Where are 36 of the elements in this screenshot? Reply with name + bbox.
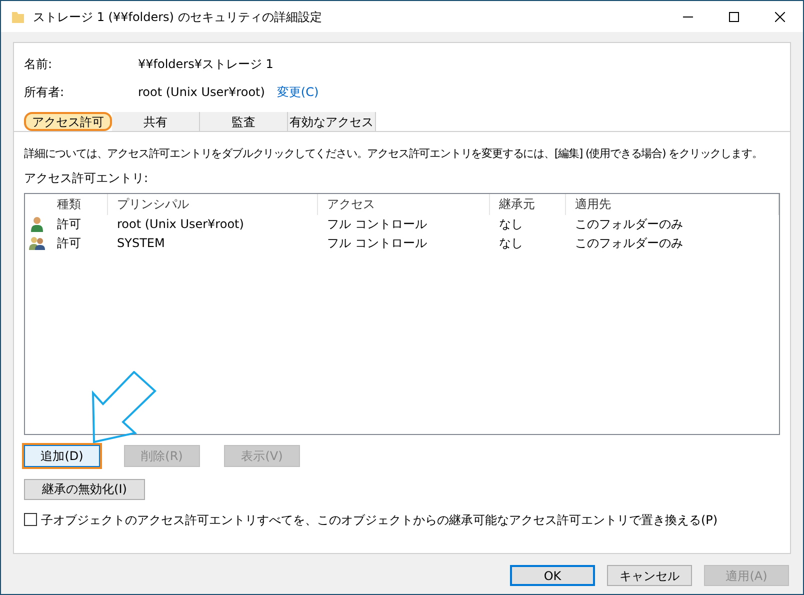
table-cell-text: フル コントロール: [326, 216, 428, 233]
table-cell-text: root (Unix User¥root): [116, 216, 245, 233]
tab[interactable]: 監査: [200, 112, 288, 131]
checkbox-label: 子オブジェクトのアクセス許可エントリすべてを、このオブジェクトからの継承可能なアクセス許可エントリで置き換える(P): [41, 512, 718, 528]
field-label: 所有者:: [24, 84, 66, 101]
tab[interactable]: アクセス許可: [24, 112, 112, 131]
window-title: ストレージ 1 (¥¥folders) のセキュリティの詳細設定: [33, 8, 322, 26]
description-text: 詳細については、アクセス許可エントリをダブルクリックしてください。アクセス許可エントリを変更するには、[編集] (使用できる場合) をクリックします。: [24, 146, 762, 162]
checkbox[interactable]: [24, 513, 37, 526]
table-cell-text: SYSTEM: [116, 235, 166, 252]
table-cell-text: なし: [498, 216, 524, 233]
dialog-button[interactable]: キャンセル: [607, 565, 692, 586]
field-value: ¥¥folders¥ストレージ 1: [138, 56, 274, 73]
tab[interactable]: 有効なアクセス: [288, 112, 376, 131]
table-cell-text: なし: [498, 235, 524, 252]
entries-label: アクセス許可エントリ:: [24, 170, 150, 186]
dialog-button[interactable]: OK: [510, 565, 595, 586]
table-cell-text: フル コントロール: [326, 235, 428, 252]
entry-button[interactable]: 追加(D): [24, 444, 100, 466]
field-value: root (Unix User¥root): [138, 84, 265, 101]
change-link[interactable]: 変更(C): [276, 83, 319, 101]
table-cell-text: 許可: [56, 235, 82, 252]
folder-icon: [11, 10, 25, 24]
column-header[interactable]: 継承元: [490, 194, 566, 214]
tab[interactable]: 共有: [112, 112, 200, 131]
column-header[interactable]: プリンシパル: [108, 194, 318, 214]
column-header[interactable]: 適用先: [566, 194, 779, 214]
disable-inheritance-button[interactable]: 継承の無効化(I): [24, 478, 145, 500]
field-label: 名前:: [24, 56, 54, 73]
table-cell-text: このフォルダーのみ: [574, 216, 684, 233]
maximize-icon: [729, 12, 739, 22]
table-cell-text: 許可: [56, 216, 82, 233]
table-cell-text: このフォルダーのみ: [574, 235, 684, 252]
column-header[interactable]: アクセス: [318, 194, 490, 214]
column-header[interactable]: 種類: [48, 194, 108, 214]
close-icon: [775, 12, 785, 22]
